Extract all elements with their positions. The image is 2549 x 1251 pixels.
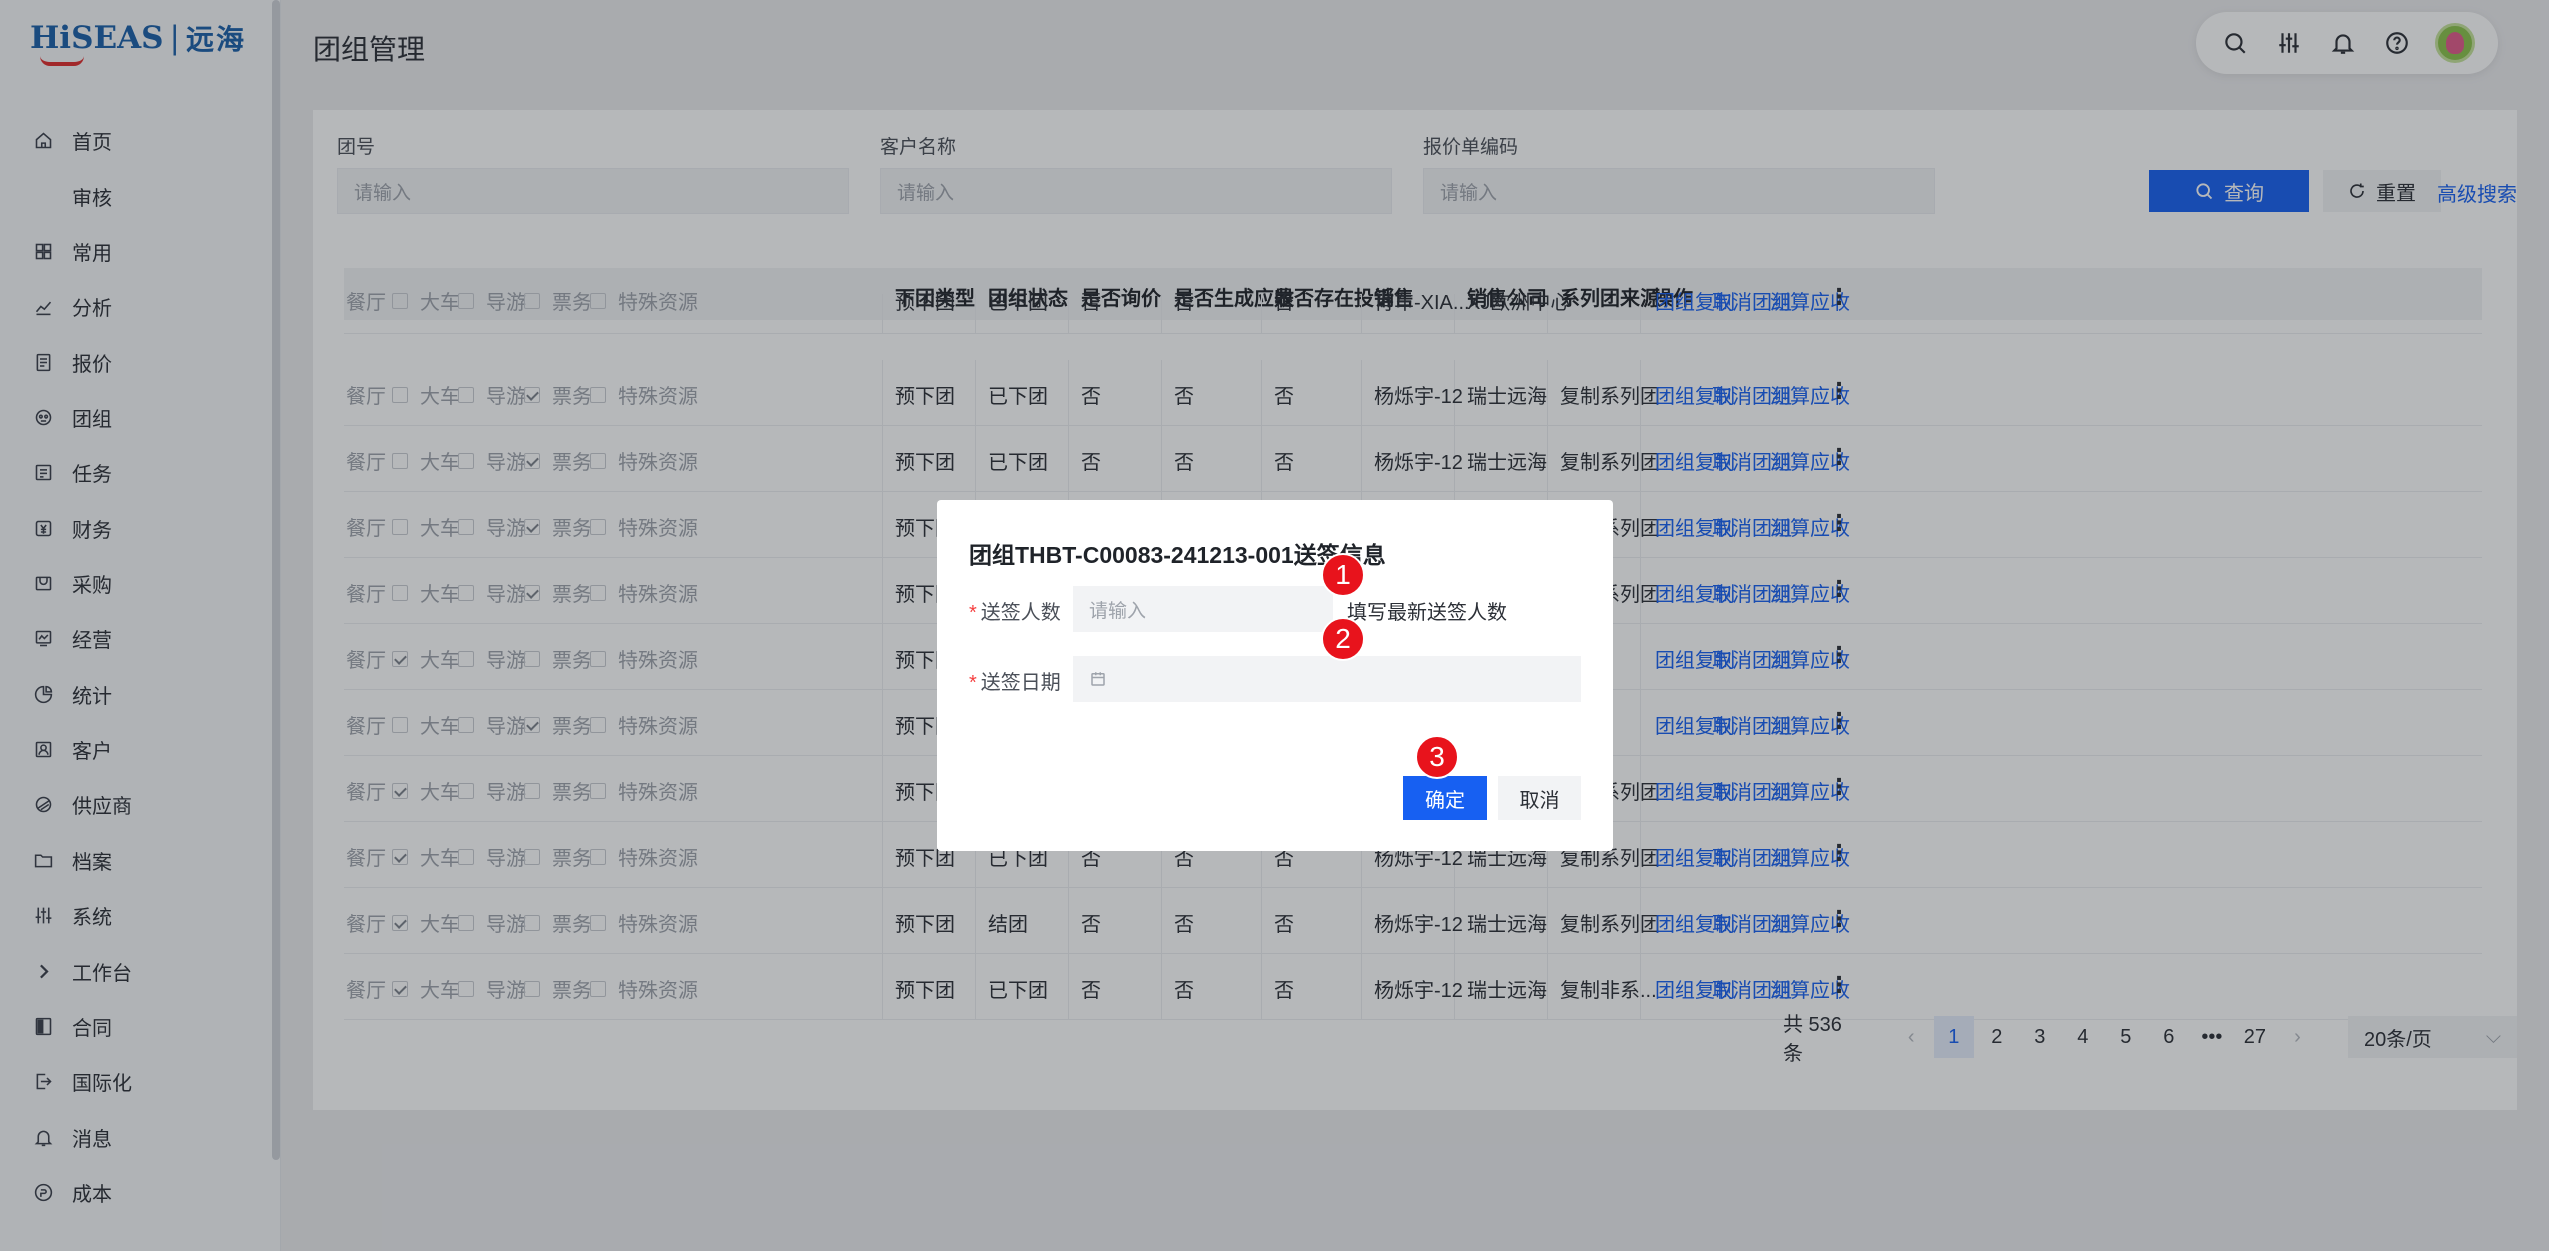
visa-count-label: * 送签人数 (969, 596, 1061, 625)
step-marker-3: 3 (1415, 735, 1459, 779)
visa-info-dialog: 团组THBT-C00083-241213-001送签信息 * 送签人数 请输入 填… (937, 500, 1613, 851)
calendar-icon (1091, 672, 1105, 686)
visa-date-label-text: 送签日期 (980, 672, 1061, 694)
cancel-button[interactable]: 取消 (1498, 776, 1581, 820)
visa-count-input[interactable]: 请输入 (1073, 586, 1333, 632)
step-marker-2: 2 (1321, 617, 1365, 661)
step-marker-1: 1 (1321, 553, 1365, 597)
confirm-button[interactable]: 确定 (1403, 776, 1487, 820)
visa-count-hint: 填写最新送签人数 (1347, 602, 1507, 624)
required-mark: * (969, 672, 977, 694)
visa-count-label-text: 送签人数 (980, 602, 1061, 624)
visa-date-picker[interactable] (1073, 656, 1581, 702)
required-mark: * (969, 602, 977, 624)
visa-date-label: * 送签日期 (969, 666, 1061, 695)
